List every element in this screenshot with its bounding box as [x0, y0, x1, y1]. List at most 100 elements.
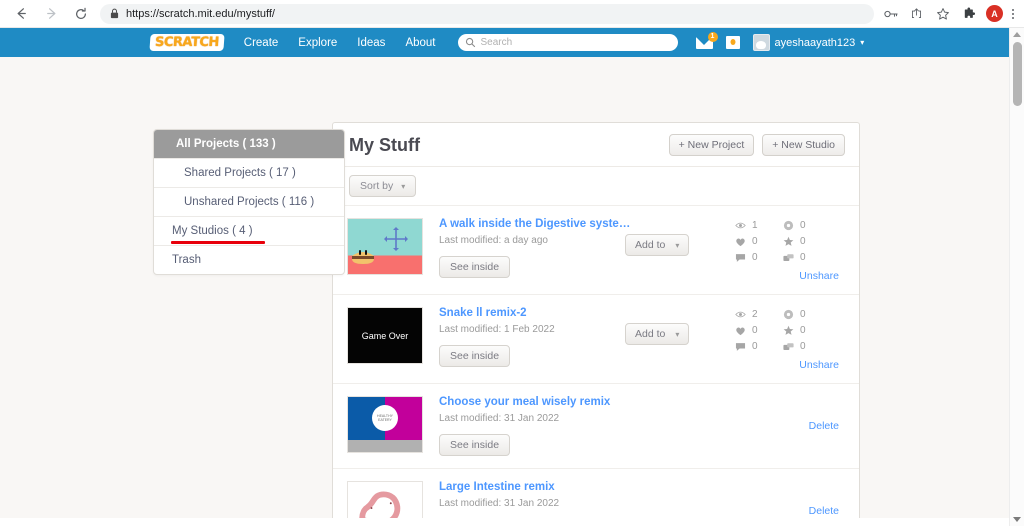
add-to-button[interactable]: Add to ▾: [625, 323, 690, 345]
new-studio-button[interactable]: + New Studio: [762, 134, 845, 156]
remix-icon: [783, 252, 794, 263]
project-info: Snake ll remix-2 Last modified: 1 Feb 20…: [439, 307, 735, 371]
mystuff-sidebar: All Projects ( 133 ) Shared Projects ( 1…: [153, 129, 345, 275]
eye-icon: [735, 220, 746, 231]
profile-avatar[interactable]: A: [986, 5, 1003, 22]
search-input[interactable]: [480, 37, 671, 48]
stat-loves-value: 0: [752, 325, 758, 336]
project-thumbnail[interactable]: [347, 218, 423, 275]
heart-icon: [735, 325, 746, 336]
nav-link-explore[interactable]: Explore: [298, 37, 337, 49]
project-thumbnail[interactable]: HEALTHY EATERY: [347, 396, 423, 453]
stat-remixes-value: 0: [800, 341, 806, 352]
stat-remixes-circle: 0: [783, 309, 831, 320]
comment-bubble-icon: [735, 341, 746, 352]
sort-bar: Sort by ▾: [333, 167, 859, 205]
reload-icon[interactable]: [68, 1, 94, 27]
stat-favorites: 0: [783, 325, 831, 336]
record-circle-icon: [783, 309, 794, 320]
sort-by-label: Sort by: [360, 180, 394, 192]
project-stats: 1 0 0 0 0 0 Unshare: [735, 218, 845, 282]
project-stats: Delete: [735, 396, 845, 456]
page-body: All Projects ( 133 ) Shared Projects ( 1…: [0, 57, 1024, 526]
new-project-button[interactable]: + New Project: [668, 134, 755, 156]
table-row: A walk inside the Digestive system r... …: [333, 205, 859, 294]
unshare-link[interactable]: Unshare: [735, 359, 845, 371]
stat-favorites: 0: [783, 236, 831, 247]
sidebar-item-shared-projects[interactable]: Shared Projects ( 17 ): [154, 159, 344, 188]
stat-loves-value: 0: [752, 236, 758, 247]
delete-link[interactable]: Delete: [809, 505, 839, 517]
project-stats: 2 0 0 0 0 0 Unshare: [735, 307, 845, 371]
sidebar-item-my-studios-label: My Studios ( 4 ): [172, 225, 253, 237]
messages-button[interactable]: 1: [695, 31, 718, 49]
username-label: ayeshaayath123: [774, 36, 856, 49]
search-box[interactable]: [457, 34, 678, 51]
comment-bubble-icon: [735, 252, 746, 263]
delete-link[interactable]: Delete: [809, 420, 839, 432]
star-icon: [783, 236, 794, 247]
forward-arrow-icon[interactable]: [38, 1, 64, 27]
project-thumbnail[interactable]: Game Over: [347, 307, 423, 364]
see-inside-button[interactable]: See inside: [439, 256, 511, 278]
project-title-link[interactable]: Choose your meal wisely remix: [439, 396, 639, 408]
sidebar-item-unshared-projects[interactable]: Unshared Projects ( 116 ): [154, 188, 344, 217]
nav-link-ideas[interactable]: Ideas: [357, 37, 385, 49]
stat-remixes: 0: [783, 341, 831, 352]
project-modified: Last modified: a day ago: [439, 235, 548, 246]
sidebar-item-all-projects[interactable]: All Projects ( 133 ): [154, 130, 344, 159]
scroll-up-arrow-icon[interactable]: [1013, 32, 1021, 37]
page-bottom-strip: [0, 518, 1009, 526]
sidebar-item-trash[interactable]: Trash: [154, 246, 344, 274]
my-stuff-bag-icon[interactable]: [725, 36, 740, 49]
vertical-scrollbar[interactable]: [1009, 28, 1024, 526]
messages-badge: 1: [707, 31, 718, 42]
avatar: [752, 34, 770, 51]
browser-nav-buttons: [8, 1, 94, 27]
stat-favorites-value: 0: [800, 236, 806, 247]
add-to-button[interactable]: Add to ▾: [625, 234, 690, 256]
project-title-link[interactable]: A walk inside the Digestive system r...: [439, 218, 639, 230]
record-circle-icon: [783, 220, 794, 231]
unshare-link[interactable]: Unshare: [735, 270, 845, 282]
thumbnail-text: Game Over: [348, 308, 422, 363]
password-key-icon[interactable]: [882, 5, 899, 22]
nav-link-about[interactable]: About: [405, 37, 435, 49]
heart-icon: [735, 236, 746, 247]
url-text: https://scratch.mit.edu/mystuff/: [126, 7, 275, 20]
stat-remixes-circle-value: 0: [800, 220, 806, 231]
chevron-down-icon: ▾: [675, 329, 680, 339]
stat-comments: 0: [735, 341, 783, 352]
add-to-label: Add to: [635, 239, 666, 251]
see-inside-button[interactable]: See inside: [439, 434, 511, 456]
stat-loves: 0: [735, 325, 783, 336]
project-modified: Last modified: 31 Jan 2022: [439, 498, 560, 509]
sidebar-item-my-studios[interactable]: My Studios ( 4 ): [154, 217, 344, 246]
back-arrow-icon[interactable]: [8, 1, 34, 27]
search-icon: [465, 37, 476, 48]
eye-icon: [735, 309, 746, 320]
share-icon[interactable]: [908, 5, 925, 22]
extensions-puzzle-icon[interactable]: [960, 5, 977, 22]
stat-remixes-circle-value: 0: [800, 309, 806, 320]
scroll-down-arrow-icon[interactable]: [1013, 517, 1021, 522]
kebab-menu-icon[interactable]: [1012, 8, 1014, 20]
scratch-navbar: SCRATCH Create Explore Ideas About 1 aye…: [0, 28, 1024, 57]
sort-by-button[interactable]: Sort by ▾: [349, 175, 417, 197]
scratch-logo[interactable]: SCRATCH: [149, 34, 225, 51]
content-header: My Stuff + New Project + New Studio: [333, 123, 859, 167]
account-menu[interactable]: ayeshaayath123 ▾: [752, 34, 864, 51]
project-modified: Last modified: 31 Jan 2022: [439, 413, 560, 424]
page-title: My Stuff: [349, 134, 420, 155]
stat-comments-value: 0: [752, 341, 758, 352]
star-bookmark-icon[interactable]: [934, 5, 951, 22]
project-title-link[interactable]: Snake ll remix-2: [439, 307, 639, 319]
project-info: Choose your meal wisely remix Last modif…: [439, 396, 735, 456]
nav-link-create[interactable]: Create: [244, 37, 279, 49]
scrollbar-thumb[interactable]: [1013, 42, 1022, 106]
chevron-down-icon: ▾: [401, 181, 406, 191]
see-inside-button[interactable]: See inside: [439, 345, 511, 367]
address-bar[interactable]: https://scratch.mit.edu/mystuff/: [100, 3, 874, 24]
stat-views: 2: [735, 309, 783, 320]
project-title-link[interactable]: Large Intestine remix: [439, 481, 639, 493]
